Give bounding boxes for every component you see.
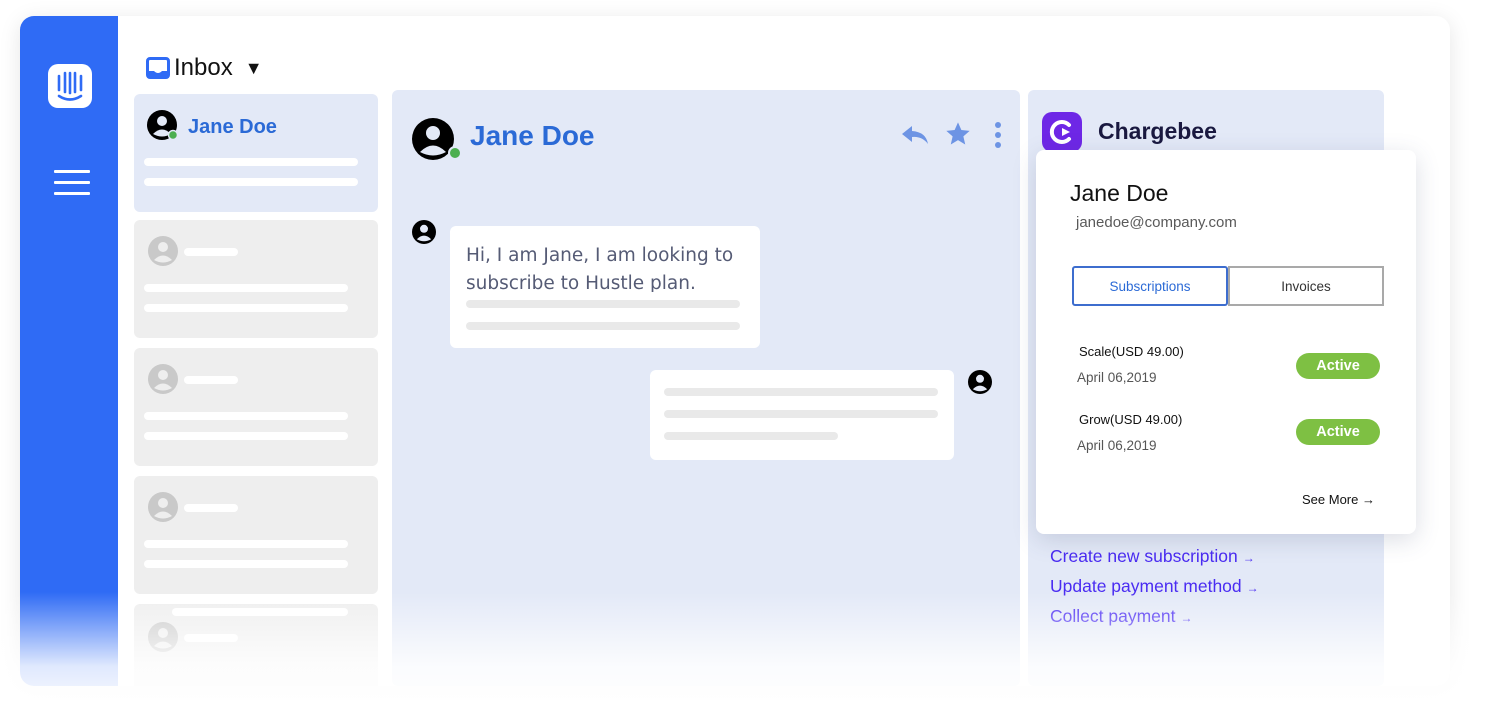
- avatar-placeholder-icon: [148, 492, 178, 522]
- chargebee-logo-icon: [1042, 112, 1082, 152]
- arrow-right-icon: →: [1180, 611, 1193, 625]
- avatar-placeholder-icon: [148, 364, 178, 394]
- text-placeholder: [144, 284, 348, 292]
- text-placeholder: [184, 504, 238, 512]
- outgoing-message-bubble: [650, 370, 954, 460]
- conversation-list: Jane Doe: [134, 94, 378, 686]
- see-more-label: See More: [1302, 492, 1359, 507]
- intercom-logo-icon[interactable]: [48, 64, 92, 108]
- subscription-date: April 06,2019: [1077, 370, 1157, 385]
- status-badge: Active: [1296, 353, 1380, 379]
- inbox-title: Inbox: [174, 54, 233, 81]
- arrow-right-icon: →: [1362, 492, 1375, 507]
- create-subscription-link[interactable]: Create new subscription →: [1050, 546, 1255, 567]
- text-placeholder: [664, 432, 838, 440]
- text-placeholder: [144, 158, 358, 166]
- chargebee-title: Chargebee: [1098, 118, 1217, 144]
- app-window: Inbox ▼ Jane Doe Jane Doe Hi, I am Jane,…: [20, 16, 1450, 686]
- arrow-right-icon: →: [1246, 581, 1259, 595]
- arrow-right-icon: →: [1242, 551, 1255, 565]
- contact-avatar-icon: [412, 220, 436, 244]
- update-payment-method-link[interactable]: Update payment method →: [1050, 576, 1259, 597]
- agent-avatar-icon: [968, 370, 992, 394]
- tab-invoices[interactable]: Invoices: [1228, 266, 1384, 306]
- text-placeholder: [172, 608, 348, 616]
- status-badge: Active: [1296, 419, 1380, 445]
- subscription-plan: Grow(USD 49.00): [1079, 412, 1183, 427]
- inbox-dropdown[interactable]: Inbox ▼: [146, 54, 263, 82]
- customer-details-card: Jane Doe janedoe@company.com Subscriptio…: [1036, 150, 1416, 534]
- chat-contact-name: Jane Doe: [470, 120, 595, 151]
- link-label: Create new subscription: [1050, 546, 1238, 566]
- avatar-placeholder-icon: [148, 236, 178, 266]
- text-placeholder: [184, 248, 238, 256]
- link-label: Update payment method: [1050, 576, 1242, 596]
- star-icon[interactable]: [944, 120, 972, 148]
- text-placeholder: [664, 410, 938, 418]
- conversation-contact-name: Jane Doe: [188, 116, 277, 138]
- text-placeholder: [144, 178, 358, 186]
- text-placeholder: [144, 560, 348, 568]
- tab-subscriptions[interactable]: Subscriptions: [1072, 266, 1228, 306]
- text-placeholder: [664, 388, 938, 396]
- collect-payment-link[interactable]: Collect payment →: [1050, 606, 1192, 627]
- reply-icon[interactable]: [900, 122, 930, 148]
- see-more-link[interactable]: See More →: [1302, 492, 1375, 507]
- text-placeholder: [144, 432, 348, 440]
- contact-avatar-icon: [412, 118, 462, 160]
- customer-email: janedoe@company.com: [1076, 214, 1237, 231]
- left-sidebar: [20, 16, 118, 686]
- contact-avatar-icon: [147, 110, 179, 141]
- conversation-item[interactable]: [134, 220, 378, 338]
- subscription-plan: Scale(USD 49.00): [1079, 344, 1184, 359]
- conversation-item[interactable]: [134, 348, 378, 466]
- text-placeholder: [466, 322, 740, 330]
- link-label: Collect payment: [1050, 606, 1176, 626]
- chat-panel: Jane Doe Hi, I am Jane, I am looking to …: [392, 90, 1020, 686]
- text-placeholder: [144, 540, 348, 548]
- more-icon[interactable]: [992, 120, 1004, 150]
- avatar-placeholder-icon: [148, 622, 178, 652]
- text-placeholder: [466, 300, 740, 308]
- conversation-item[interactable]: [134, 476, 378, 594]
- conversation-item[interactable]: [134, 604, 378, 686]
- text-placeholder: [184, 634, 238, 642]
- hamburger-menu-icon[interactable]: [54, 170, 90, 196]
- customer-name: Jane Doe: [1070, 180, 1169, 206]
- incoming-message-bubble: Hi, I am Jane, I am looking to subscribe…: [450, 226, 760, 348]
- text-placeholder: [144, 412, 348, 420]
- text-placeholder: [144, 304, 348, 312]
- conversation-item-active[interactable]: Jane Doe: [134, 94, 378, 212]
- message-text: Hi, I am Jane, I am looking to subscribe…: [466, 245, 734, 292]
- text-placeholder: [184, 376, 238, 384]
- chevron-down-icon: ▼: [244, 57, 263, 78]
- inbox-icon: [146, 57, 170, 79]
- subscription-date: April 06,2019: [1077, 438, 1157, 453]
